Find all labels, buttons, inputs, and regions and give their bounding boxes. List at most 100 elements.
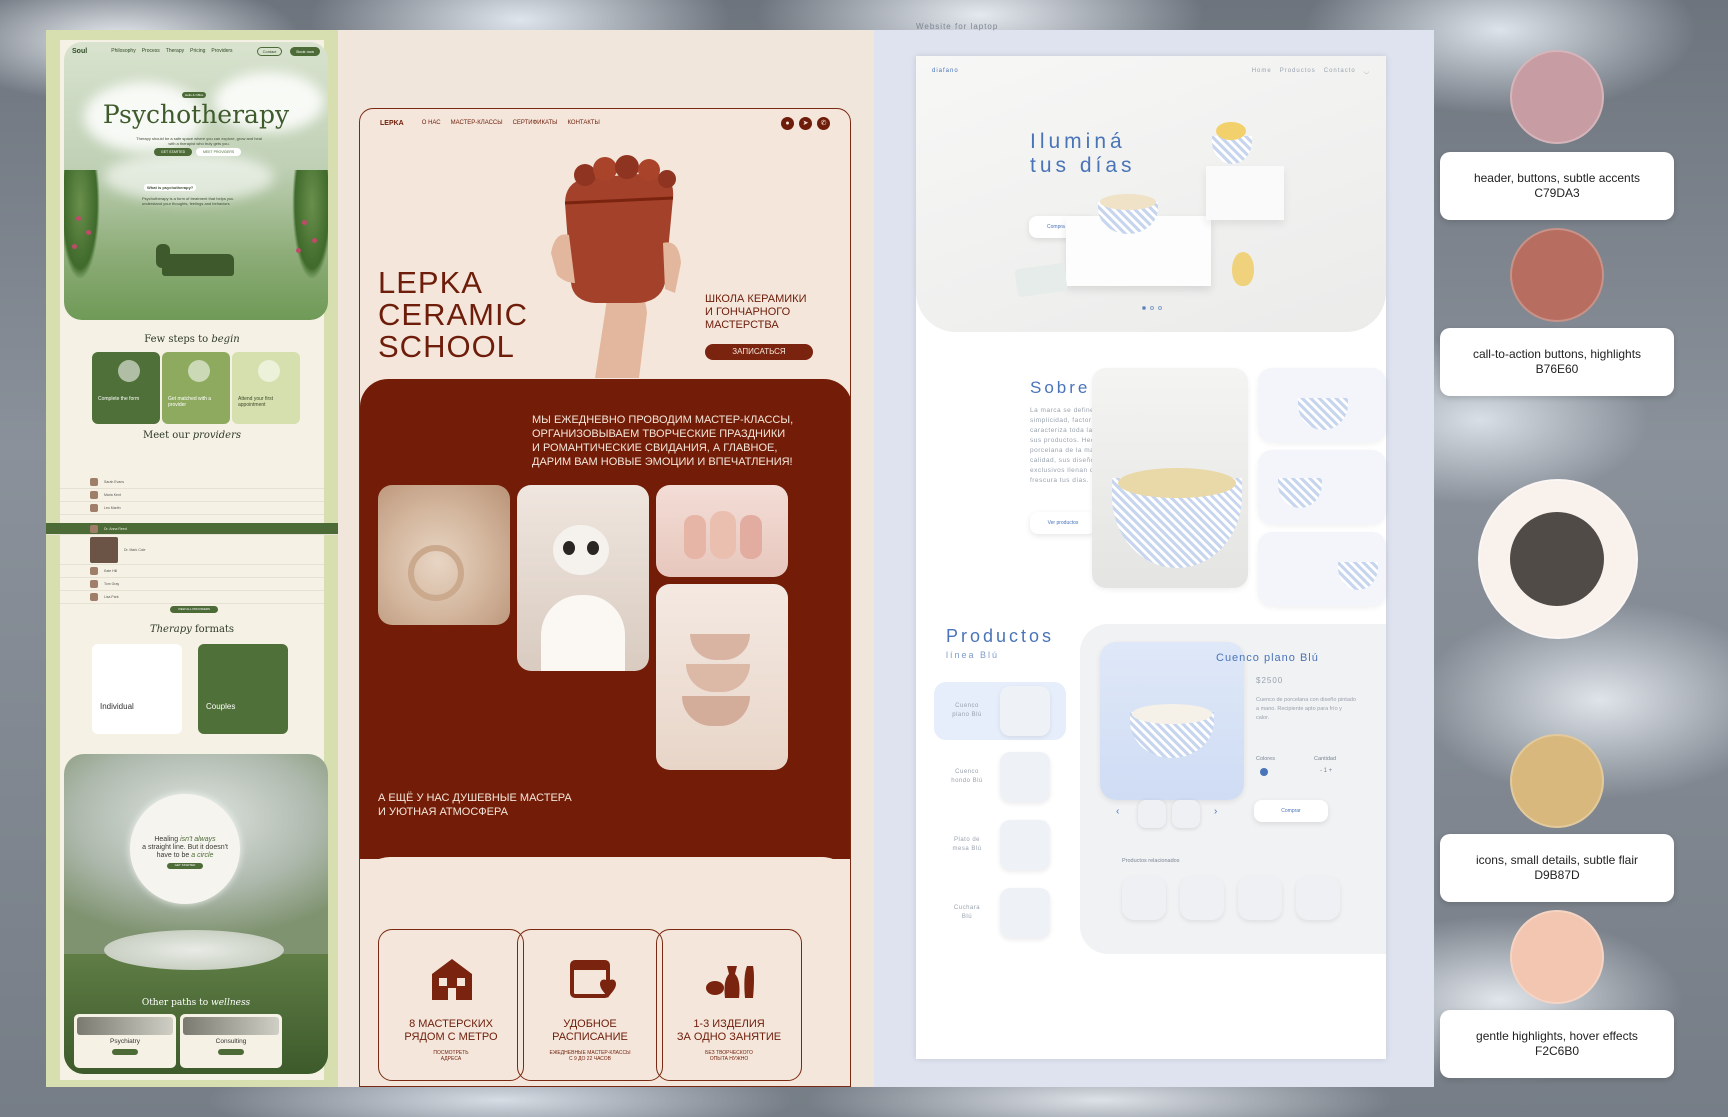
formats-title: Therapy formats	[149, 624, 235, 635]
thumbnail-option[interactable]	[1172, 800, 1200, 828]
path-card-psychiatry[interactable]: Psychiatry	[74, 1014, 176, 1068]
nav-link[interactable]: О НАС	[422, 120, 441, 126]
avatar	[90, 536, 118, 563]
related-product-card[interactable]	[1122, 876, 1166, 920]
product-list-item[interactable]: Cuenco plano Blú	[934, 682, 1066, 740]
avatar	[90, 524, 98, 533]
nav-link[interactable]: Contacto	[1324, 68, 1356, 75]
quantity-label: Cantidad	[1314, 756, 1337, 762]
buy-button[interactable]: Comprar	[1254, 800, 1328, 822]
color-swatch	[1510, 50, 1604, 144]
avatar	[90, 504, 98, 512]
carousel-dots[interactable]	[1142, 306, 1162, 310]
psych-logo[interactable]: Soul	[72, 48, 87, 55]
hero-badge: Hello & Office	[182, 92, 207, 98]
chevron-right-icon[interactable]: ›	[1214, 806, 1217, 817]
psychotherapy-mockup: Soul Philosophy Process Therapy Pricing …	[46, 30, 338, 1087]
provider-row[interactable]: Maria Kent	[60, 489, 324, 502]
contact-button[interactable]: Contact	[256, 46, 283, 56]
format-card-individual[interactable]: Individual	[92, 644, 182, 734]
cart-icon[interactable]: ◡	[1364, 68, 1370, 75]
nav-link[interactable]: КОНТАКТЫ	[568, 120, 600, 126]
related-product-card[interactable]	[1238, 876, 1282, 920]
mockup-caption: Website for laptop	[916, 22, 999, 31]
healing-cta-button[interactable]: GET STARTED	[166, 863, 204, 869]
related-products-title: Productos relacionados	[1122, 858, 1180, 864]
bowl-illustration	[1212, 136, 1252, 164]
lepka-page: LEPKA О НАС МАСТЕР-КЛАССЫ СЕРТИФИКАТЫ КО…	[359, 108, 851, 1087]
providers-title: Meet our providers	[143, 430, 241, 441]
nav-link[interactable]: Providers	[211, 48, 232, 54]
lepka-logo[interactable]: LEPKA	[380, 120, 404, 127]
color-swatch-blue[interactable]	[1260, 768, 1268, 776]
related-product-card[interactable]	[1180, 876, 1224, 920]
step-card[interactable]: Attend your first appointment	[232, 352, 300, 424]
provider-row[interactable]: Lisa Park	[60, 591, 324, 604]
nav-link[interactable]: Pricing	[190, 48, 205, 54]
nav-link[interactable]: СЕРТИФИКАТЫ	[513, 120, 558, 126]
feature-card-items[interactable]: 1-3 ИЗДЕЛИЯ ЗА ОДНО ЗАНЯТИЕ БЕЗ ТВОРЧЕСКО…	[656, 929, 802, 1081]
product-description: Cuenco de porcelana con diseño pintado a…	[1256, 697, 1356, 721]
color-swatch	[1510, 228, 1604, 322]
swatch-label: call-to-action buttons, highlights B76E60	[1440, 328, 1674, 396]
nav-link[interactable]: МАСТЕР-КЛАССЫ	[451, 120, 503, 126]
quantity-stepper[interactable]: - 1 +	[1320, 768, 1332, 774]
provider-row[interactable]: Leo Martin	[60, 502, 324, 515]
book-button[interactable]: Book now	[290, 46, 320, 56]
related-product-card[interactable]	[1296, 876, 1340, 920]
atmosphere-text: А ЕЩЁ У НАС ДУШЕВНЫЕ МАСТЕРА И УЮТНАЯ АТ…	[378, 792, 572, 818]
product-list-item[interactable]: Cuchara Blú	[934, 884, 1066, 942]
diafano-logo[interactable]: diafano	[932, 68, 959, 75]
provider-row[interactable]: Kate Hill	[60, 565, 324, 578]
psych-hero: Soul Philosophy Process Therapy Pricing …	[64, 42, 328, 320]
vk-icon[interactable]: ●	[781, 116, 794, 130]
diafano-navbar: diafano Home Productos Contacto ◡	[932, 68, 1370, 75]
swatch-label: header, buttons, subtle accents C79DA3	[1440, 152, 1674, 220]
thumbnail-option[interactable]	[1138, 800, 1166, 828]
nav-link[interactable]: Therapy	[166, 48, 184, 54]
product-list-item[interactable]: Cuenco hondo Blú	[934, 748, 1066, 806]
whatsapp-icon[interactable]: ✆	[817, 116, 830, 130]
sofa-illustration	[156, 244, 234, 276]
lepka-mockup: LEPKA О НАС МАСТЕР-КЛАССЫ СЕРТИФИКАТЫ КО…	[338, 30, 874, 1087]
telegram-icon[interactable]: ➤	[799, 116, 812, 130]
swatch-label: icons, small details, subtle flair D9B87D	[1440, 834, 1674, 902]
psych-navbar: Soul Philosophy Process Therapy Pricing …	[64, 42, 328, 60]
what-heading: What is psychotherapy?	[144, 184, 197, 191]
nav-link[interactable]: Productos	[1280, 68, 1316, 75]
product-price: $2500	[1256, 676, 1284, 685]
nav-link[interactable]: Process	[142, 48, 160, 54]
meet-providers-button[interactable]: MEET PROVIDERS	[196, 148, 242, 156]
calendar-heart-icon	[570, 960, 616, 998]
provider-row[interactable]: Tom Gray	[60, 578, 324, 591]
color-swatch	[1510, 512, 1604, 606]
ceramic-pot-photo	[551, 155, 681, 378]
view-products-button[interactable]: Ver productos	[1030, 512, 1096, 534]
feature-card-schedule[interactable]: УДОБНОЕ РАСПИСАНИЕ ЕЖЕДНЕВНЫЕ МАСТЕР-КЛАС…	[517, 929, 663, 1081]
provider-row-highlighted[interactable]: Dr. Anna Reed	[46, 523, 338, 535]
get-started-button[interactable]: GET STARTED	[154, 148, 193, 156]
provider-row-expanded[interactable]: Dr. Mark Cole	[60, 535, 324, 565]
nav-link[interactable]: Philosophy	[111, 48, 135, 54]
path-card-consulting[interactable]: Consulting	[180, 1014, 282, 1068]
signup-button[interactable]: ЗАПИСАТЬСЯ	[705, 344, 813, 360]
color-swatch	[1510, 910, 1604, 1004]
step-card[interactable]: Complete the form	[92, 352, 160, 424]
avatar	[90, 478, 98, 486]
paths-title: Other paths to wellness	[141, 998, 251, 1008]
diafano-hero: diafano Home Productos Contacto ◡ Ilumin…	[916, 56, 1386, 332]
avatar	[90, 567, 98, 575]
provider-row[interactable]: Sarah Evans	[60, 476, 324, 489]
psych-title: Psychotherapy	[102, 100, 290, 129]
diafano-page: diafano Home Productos Contacto ◡ Ilumin…	[916, 56, 1386, 1059]
format-card-couples[interactable]: Couples	[198, 644, 288, 734]
cups-photo	[656, 584, 788, 770]
chevron-left-icon[interactable]: ‹	[1116, 806, 1119, 817]
gallery-image	[1258, 368, 1386, 442]
step-card[interactable]: Get matched with a provider	[162, 352, 230, 424]
shape-icon	[118, 360, 140, 382]
nav-link[interactable]: Home	[1252, 68, 1272, 75]
product-list-item[interactable]: Plato de mesa Blú	[934, 816, 1066, 874]
feature-card-studios[interactable]: 8 МАСТЕРСКИХ РЯДОМ С МЕТРО ПОСМОТРЕТЬ АДРЕ…	[378, 929, 524, 1081]
view-all-providers-button[interactable]: VIEW ALL PROVIDERS	[170, 606, 218, 613]
